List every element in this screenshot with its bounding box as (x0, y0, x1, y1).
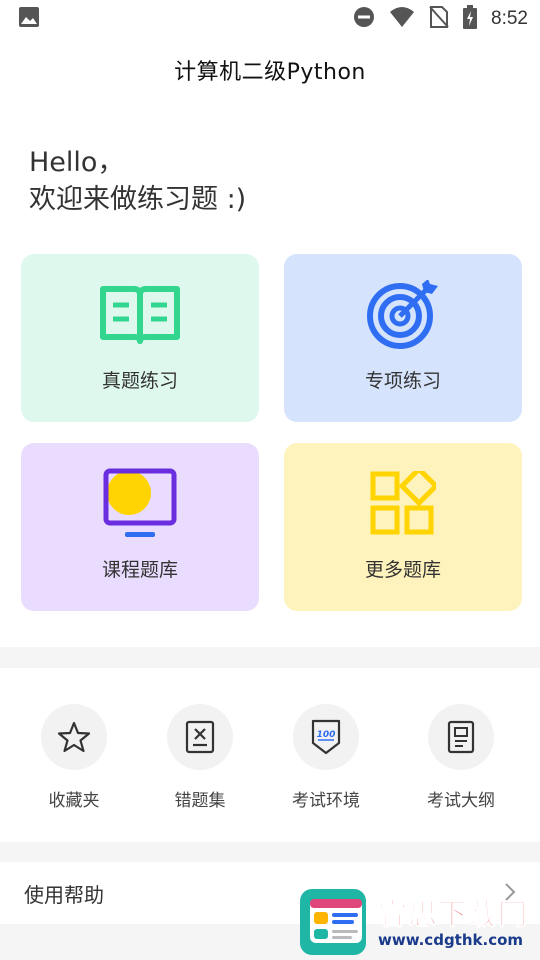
score-100-icon: 100 (293, 704, 359, 770)
syllabus-icon (428, 704, 494, 770)
shortcut-label: 考试大纲 (427, 791, 495, 811)
watermark-text: 睿思下载网 www.cdgthk.com (377, 897, 529, 950)
card-more-banks[interactable]: 更多题库 (284, 443, 522, 611)
apps-grid-icon (370, 469, 436, 539)
status-time: 8:52 (491, 8, 528, 29)
card-real-exam-practice[interactable]: 真题练习 (21, 254, 259, 422)
shortcut-label: 收藏夹 (48, 791, 100, 811)
status-bar: 8:52 (0, 0, 540, 38)
greeting-line2: 欢迎来做练习题 :) (29, 184, 247, 215)
shortcut-favorites[interactable]: 收藏夹 (19, 704, 129, 811)
target-icon (366, 280, 440, 350)
card-topic-practice[interactable]: 专项练习 (284, 254, 522, 422)
shortcut-exam-environment[interactable]: 100 考试环境 (271, 704, 381, 811)
card-label: 更多题库 (364, 559, 441, 581)
open-book-icon (99, 280, 181, 350)
shortcut-label: 考试环境 (292, 791, 360, 811)
watermark-url: www.cdgthk.com (378, 931, 524, 949)
app-screen: 8:52 计算机二级Python Hello， 欢迎来做练习题 :) 真题练习 (0, 0, 540, 960)
shortcut-bar: 收藏夹 错题集 100 考试环境 考试大纲 (0, 668, 540, 842)
no-sim-icon (429, 5, 449, 33)
star-icon (41, 704, 107, 770)
watermark-logo-icon (298, 885, 370, 960)
shortcut-wrong-answers[interactable]: 错题集 (145, 704, 255, 811)
svg-text:100: 100 (317, 730, 336, 740)
shortcut-syllabus[interactable]: 考试大纲 (406, 704, 516, 811)
help-label: 使用帮助 (24, 882, 104, 907)
watermark: 睿思下载网 www.cdgthk.com (298, 886, 540, 960)
main-panel: Hello， 欢迎来做练习题 :) 真题练习 专项练习 课程题库 更多题库 (0, 102, 540, 647)
monitor-icon (103, 468, 177, 539)
page-title: 计算机二级Python (174, 60, 366, 85)
greeting: Hello， 欢迎来做练习题 :) (29, 144, 246, 218)
wrong-answers-icon (167, 704, 233, 770)
wifi-icon (389, 6, 415, 32)
battery-icon (463, 5, 478, 33)
watermark-title: 睿思下载网 (377, 897, 529, 932)
card-course-bank[interactable]: 课程题库 (21, 443, 259, 611)
card-label: 课程题库 (101, 559, 178, 581)
greeting-line1: Hello， (29, 147, 125, 178)
shortcut-label: 错题集 (174, 791, 226, 811)
do-not-disturb-icon (353, 6, 375, 32)
card-label: 专项练习 (364, 370, 441, 392)
app-header: 计算机二级Python (0, 38, 540, 102)
card-label: 真题练习 (101, 370, 178, 392)
image-icon (18, 6, 40, 32)
